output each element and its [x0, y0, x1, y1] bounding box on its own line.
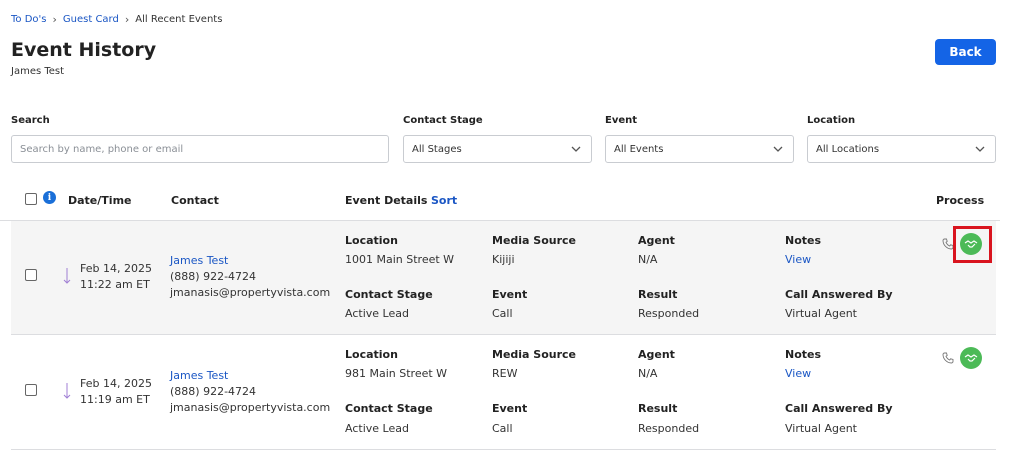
contact-email: jmanasis@propertyvista.com [170, 401, 331, 414]
breadcrumb-todos-link[interactable]: To Do's [11, 14, 46, 25]
notes-view-link[interactable]: View [785, 366, 811, 382]
event-time: 11:19 am ET [80, 393, 150, 406]
back-button[interactable]: Back [935, 39, 996, 65]
event-time: 11:22 am ET [80, 278, 150, 291]
agent-value: N/A [638, 253, 658, 266]
highlight-box [953, 226, 992, 263]
event-date: Feb 14, 2025 [80, 377, 152, 390]
event-value: Call [492, 307, 513, 320]
event-label: Event [492, 288, 528, 301]
sort-button[interactable]: Sort [431, 194, 457, 207]
location-label: Location [345, 234, 398, 247]
chevron-right-icon: › [124, 13, 130, 26]
header-contact: Contact [171, 194, 219, 207]
chevron-down-icon [571, 146, 581, 152]
row-checkbox[interactable] [25, 384, 37, 396]
event-value: Call [492, 422, 513, 435]
contact-name-link[interactable]: James Test [170, 368, 228, 384]
arrow-down-icon [63, 383, 71, 399]
result-label: Result [638, 402, 678, 415]
result-value: Responded [638, 422, 700, 435]
media-source-value: REW [492, 367, 518, 380]
info-icon[interactable]: i [43, 191, 56, 204]
contact-stage-label: Contact Stage [345, 288, 433, 301]
chevron-down-icon [975, 146, 985, 152]
call-answered-by-label: Call Answered By [785, 402, 893, 415]
call-answered-by-value: Virtual Agent [785, 307, 857, 320]
notes-label: Notes [785, 234, 822, 247]
search-input[interactable]: Search by name, phone or email [11, 135, 389, 163]
media-source-label: Media Source [492, 348, 577, 361]
header-datetime: Date/Time [68, 194, 132, 207]
process-button[interactable] [960, 347, 982, 369]
table-header: Date/Time Contact Event Details Sort Pro… [0, 183, 1000, 221]
result-label: Result [638, 288, 678, 301]
contact-name-link[interactable]: James Test [170, 253, 228, 269]
contact-stage-value: Active Lead [345, 422, 409, 435]
agent-label: Agent [638, 348, 675, 361]
notes-label: Notes [785, 348, 822, 361]
phone-icon[interactable] [942, 352, 954, 364]
contact-phone: (888) 922-4724 [170, 270, 257, 283]
chevron-right-icon: › [52, 13, 57, 26]
location-value: All Locations [816, 143, 880, 155]
event-date: Feb 14, 2025 [80, 262, 152, 275]
agent-label: Agent [638, 234, 675, 247]
header-process: Process [936, 194, 985, 207]
event-label: Event [605, 115, 638, 126]
location-label: Location [807, 115, 856, 126]
contact-stage-label: Contact Stage [345, 402, 433, 415]
select-all-checkbox[interactable] [25, 193, 37, 205]
contact-phone: (888) 922-4724 [170, 385, 257, 398]
row-checkbox[interactable] [25, 269, 37, 281]
agent-value: N/A [638, 367, 658, 380]
handshake-icon [964, 354, 978, 362]
arrow-down-icon [63, 268, 71, 284]
media-source-label: Media Source [492, 234, 577, 247]
location-select[interactable]: All Locations [807, 135, 996, 163]
table-row: Feb 14, 2025 11:19 am ET James Test (888… [11, 335, 996, 450]
location-label: Location [345, 348, 398, 361]
contact-stage-value: All Stages [412, 143, 462, 155]
table-row: Feb 14, 2025 11:22 am ET James Test (888… [11, 221, 996, 335]
contact-email: jmanasis@propertyvista.com [170, 286, 331, 299]
event-value: All Events [614, 143, 664, 155]
media-source-value: Kijiji [492, 253, 515, 266]
location-value: 1001 Main Street W [345, 253, 455, 266]
call-answered-by-value: Virtual Agent [785, 422, 857, 435]
page-subtitle: James Test [11, 66, 65, 77]
contact-stage-value: Active Lead [345, 307, 409, 320]
breadcrumb-guest-card-link[interactable]: Guest Card [63, 14, 119, 25]
notes-view-link[interactable]: View [785, 252, 811, 268]
chevron-down-icon [773, 146, 783, 152]
search-label: Search [11, 115, 50, 126]
header-event-details: Event Details [345, 194, 428, 207]
location-value: 981 Main Street W [345, 367, 448, 380]
breadcrumb-current: All Recent Events [135, 14, 223, 25]
breadcrumb: To Do's › Guest Card › All Recent Events [11, 13, 222, 26]
page-title: Event History [11, 39, 157, 61]
result-value: Responded [638, 307, 700, 320]
contact-stage-select[interactable]: All Stages [403, 135, 592, 163]
contact-stage-label: Contact Stage [403, 115, 483, 126]
call-answered-by-label: Call Answered By [785, 288, 893, 301]
event-label: Event [492, 402, 528, 415]
event-select[interactable]: All Events [605, 135, 794, 163]
